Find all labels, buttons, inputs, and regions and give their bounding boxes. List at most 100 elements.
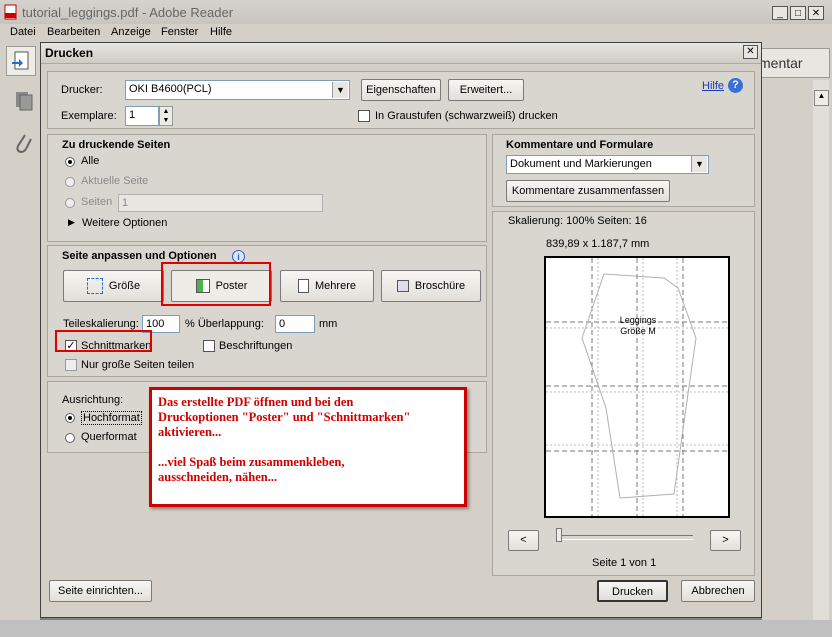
prev-page-button[interactable]: <	[508, 530, 539, 551]
booklet-button-label: Broschüre	[414, 280, 466, 292]
scrollbar[interactable]: ▲	[813, 80, 829, 620]
dialog-close-button[interactable]: ✕	[743, 45, 758, 59]
pattern-label-1: Leggings	[619, 315, 657, 325]
radio-pages[interactable]	[65, 198, 75, 208]
pages-input[interactable]: 1	[118, 194, 323, 212]
radio-current-label: Aktuelle Seite	[81, 175, 149, 187]
summarize-comments-button[interactable]: Kommentare zusammenfassen	[506, 180, 670, 202]
radio-landscape[interactable]	[65, 433, 75, 443]
page-slider-handle[interactable]	[556, 528, 562, 542]
preview-page: Leggings Größe M	[544, 256, 730, 518]
app-titlebar: tutorial_leggings.pdf - Adobe Reader _ □…	[0, 0, 832, 25]
labels-checkbox[interactable]	[203, 340, 215, 352]
stepper-down-icon[interactable]: ▼	[160, 116, 172, 125]
advanced-button[interactable]: Erweitert...	[448, 79, 524, 101]
cut-marks-highlight	[55, 330, 152, 352]
print-button[interactable]: Drucken	[597, 580, 668, 602]
chevron-down-icon: ▼	[691, 156, 707, 172]
page-counter: Seite 1 von 1	[592, 557, 657, 569]
copies-input[interactable]: 1	[125, 106, 159, 126]
radio-all[interactable]	[65, 157, 75, 167]
help-link[interactable]: Hilfe	[702, 80, 724, 92]
fit-heading: Seite anpassen und Optionen	[62, 250, 217, 262]
print-doc-icon	[12, 51, 29, 70]
annotation-line-4: ...viel Spaß beim zusammenkleben,	[158, 455, 345, 469]
more-options-label[interactable]: Weitere Optionen	[82, 217, 167, 229]
booklet-button[interactable]: Broschüre	[381, 270, 481, 302]
radio-portrait-label: Hochformat	[81, 411, 142, 425]
copies-label: Exemplare:	[61, 110, 117, 122]
menu-hilfe[interactable]: Hilfe	[210, 26, 232, 38]
labels-label: Beschriftungen	[219, 340, 293, 352]
radio-pages-label: Seiten	[81, 196, 113, 208]
pdf-file-icon	[4, 4, 17, 20]
resize-icon	[86, 278, 103, 295]
scale-text: Skalierung: 100% Seiten: 16	[508, 215, 647, 227]
printer-value: OKI B4600(PCL)	[129, 83, 212, 95]
kommentar-button[interactable]: mentar	[758, 48, 830, 78]
next-page-button[interactable]: >	[710, 530, 741, 551]
large-pages-label: Nur große Seiten teilen	[81, 359, 195, 371]
overlap-label: % Überlappung:	[185, 318, 264, 330]
status-strip	[0, 620, 832, 637]
annotation-line-5: ausschneiden, nähen...	[158, 470, 278, 484]
scroll-up-icon[interactable]: ▲	[814, 90, 829, 106]
multiple-button[interactable]: Mehrere	[280, 270, 374, 302]
grayscale-checkbox[interactable]	[358, 110, 370, 122]
poster-highlight	[161, 262, 271, 306]
annotation-line-1: Das erstellte PDF öffnen und bei den	[158, 395, 354, 409]
size-button[interactable]: Größe	[63, 270, 164, 302]
menu-datei[interactable]: Datei	[10, 26, 36, 38]
printer-select[interactable]: OKI B4600(PCL) ▼	[125, 80, 350, 100]
grayscale-label: In Graustufen (schwarzweiß) drucken	[375, 110, 558, 122]
menubar: Datei Bearbeiten Anzeige Fenster Hilfe	[0, 24, 832, 42]
printer-panel: Drucker: OKI B4600(PCL) ▼ Eigenschaften …	[47, 71, 755, 129]
pages-heading: Zu druckende Seiten	[62, 139, 171, 151]
page-setup-button[interactable]: Seite einrichten...	[49, 580, 152, 602]
menu-fenster[interactable]: Fenster	[161, 26, 198, 38]
radio-portrait[interactable]	[65, 413, 75, 423]
radio-current-page[interactable]	[65, 177, 75, 187]
orientation-heading: Ausrichtung:	[62, 394, 124, 406]
large-pages-checkbox[interactable]	[65, 359, 77, 371]
comments-panel: Kommentare und Formulare Dokument und Ma…	[492, 134, 755, 207]
size-button-label: Größe	[108, 280, 141, 292]
menu-bearbeiten[interactable]: Bearbeiten	[47, 26, 100, 38]
multiple-pages-icon	[298, 279, 310, 294]
page-slider-track[interactable]	[556, 535, 693, 540]
app-title: tutorial_leggings.pdf - Adobe Reader	[22, 5, 234, 20]
minimize-button[interactable]: _	[772, 6, 788, 20]
printer-label: Drucker:	[61, 84, 103, 96]
help-icon[interactable]: ?	[728, 78, 743, 93]
tile-scale-label: Teileskalierung:	[63, 318, 139, 330]
booklet-icon	[396, 280, 409, 293]
attachment-icon[interactable]	[13, 132, 33, 156]
properties-button[interactable]: Eigenschaften	[361, 79, 441, 101]
overlap-unit: mm	[319, 318, 338, 330]
annotation-callout: Das erstellte PDF öffnen und bei den Dru…	[149, 387, 467, 507]
stepper-up-icon[interactable]: ▲	[160, 107, 172, 116]
dialog-titlebar: Drucken ✕	[41, 43, 761, 64]
expand-arrow-icon[interactable]: ▶	[68, 217, 75, 228]
comments-heading: Kommentare und Formulare	[506, 139, 654, 151]
menu-anzeige[interactable]: Anzeige	[111, 26, 151, 38]
multiple-button-label: Mehrere	[315, 280, 356, 292]
poster-tile-grid	[546, 258, 728, 516]
preview-dimensions: 839,89 x 1.187,7 mm	[546, 238, 650, 250]
close-app-button[interactable]: ✕	[808, 6, 824, 20]
navigation-panel	[0, 42, 40, 637]
comments-select[interactable]: Dokument und Markierungen ▼	[506, 155, 709, 174]
pattern-label-2: Größe M	[620, 326, 656, 336]
maximize-button[interactable]: □	[790, 6, 806, 20]
comments-value: Dokument und Markierungen	[510, 158, 652, 170]
pages-panel: Zu druckende Seiten Alle Aktuelle Seite …	[47, 134, 487, 242]
toolbar-button[interactable]	[6, 46, 36, 76]
copies-stepper[interactable]: ▲ ▼	[159, 106, 173, 126]
pages-icon[interactable]	[14, 90, 34, 112]
dialog-title: Drucken	[45, 46, 94, 60]
annotation-line-2: Druckoptionen "Poster" und "Schnittmarke…	[158, 410, 411, 424]
radio-all-label: Alle	[81, 155, 100, 167]
cancel-button[interactable]: Abbrechen	[681, 580, 755, 602]
radio-landscape-label: Querformat	[81, 431, 137, 443]
overlap-input[interactable]: 0	[275, 315, 315, 333]
